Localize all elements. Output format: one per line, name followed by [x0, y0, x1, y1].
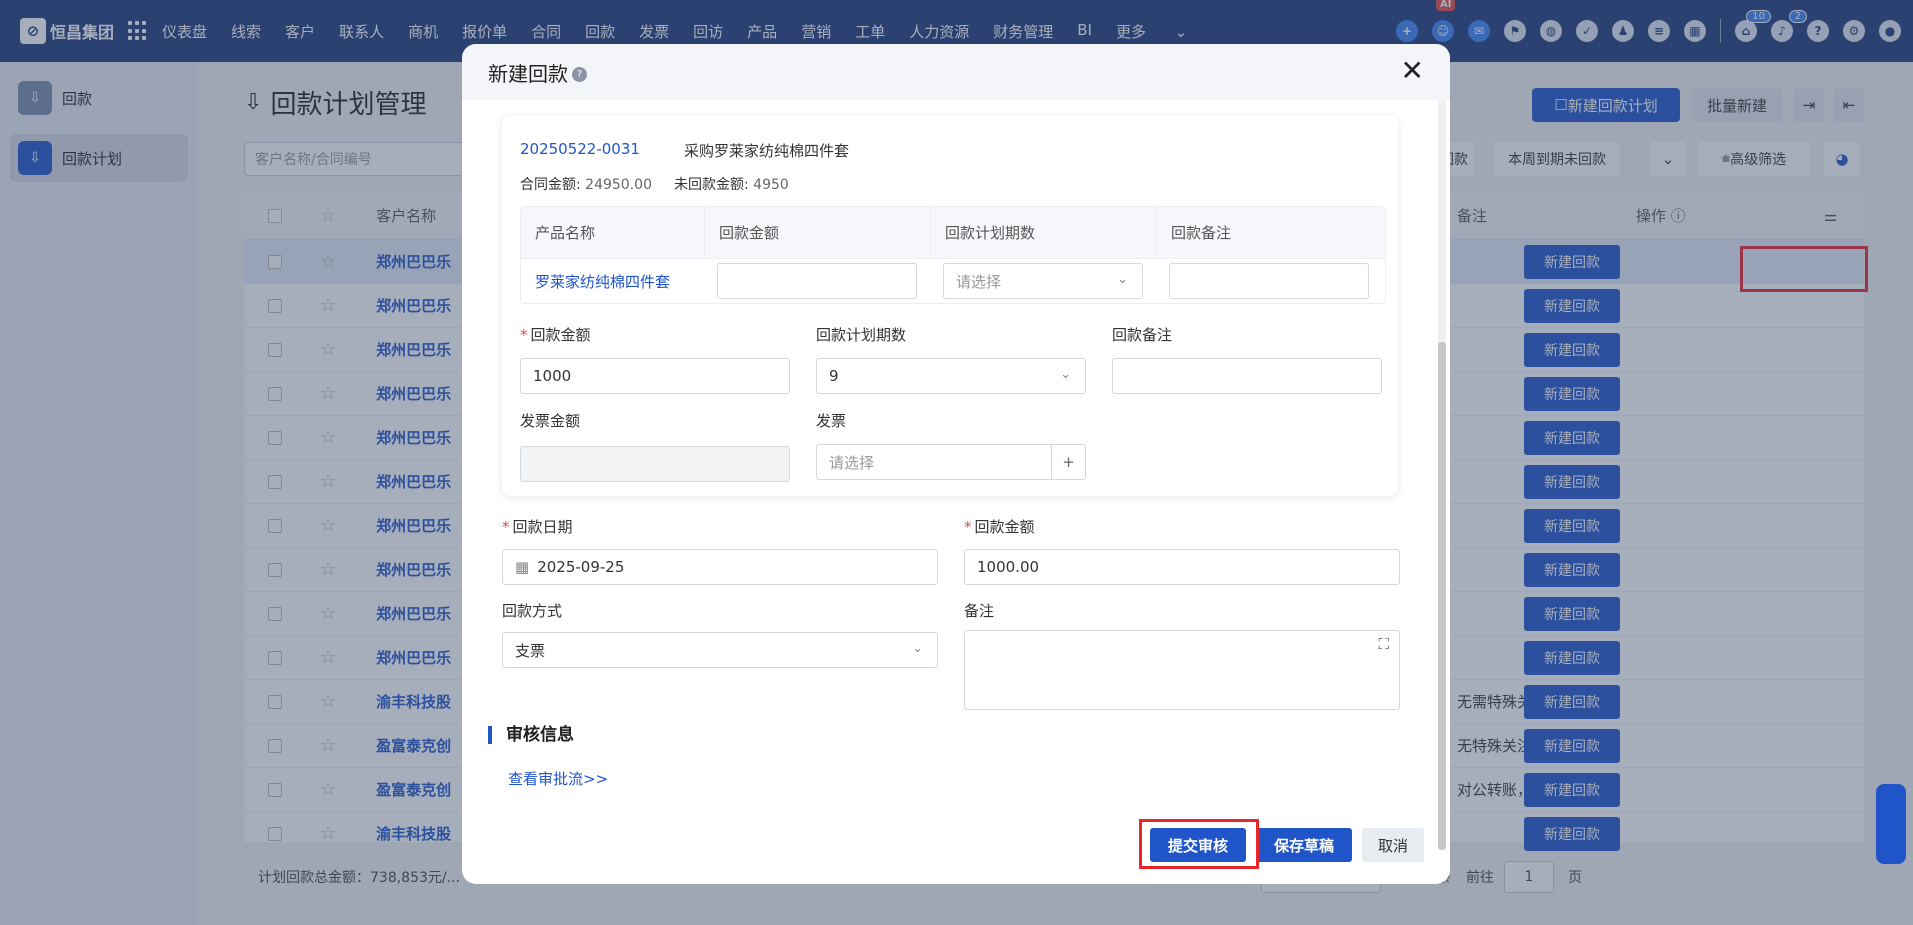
add-invoice-icon[interactable]: + — [1051, 445, 1085, 479]
product-periods-placeholder: 请选择 — [956, 272, 1002, 291]
date-label: * 回款日期 — [502, 518, 573, 536]
card-amount-input[interactable]: 1000 — [520, 358, 790, 394]
method-label: 回款方式 — [502, 602, 563, 620]
modal-header: 新建回款? — [462, 44, 1450, 100]
help-icon[interactable]: ? — [572, 66, 587, 82]
method-value: 支票 — [515, 641, 546, 660]
pay-amount-label-text: 回款金额 — [974, 518, 1035, 536]
contract-card: 20250522-0031 采购罗莱家纺纯棉四件套 合同金额: 24950.00… — [502, 116, 1398, 496]
th-note: 回款备注 — [1171, 224, 1232, 242]
product-table: 产品名称 回款金额 回款计划期数 回款备注 罗莱家纺纯棉四件套 请选择 ⌄ — [520, 206, 1386, 304]
modal-scrollbar-thumb[interactable] — [1438, 342, 1446, 850]
invoice-label: 发票 — [816, 412, 847, 430]
modal-title: 新建回款 — [488, 61, 568, 86]
contract-amount-label: 合同金额: — [520, 177, 581, 193]
chevron-down-icon: ⌄ — [912, 641, 923, 656]
contract-amount: 合同金额: 24950.00 — [520, 174, 652, 194]
pay-amount-input[interactable]: 1000.00 — [964, 549, 1400, 585]
unpaid-label: 未回款金额: — [674, 177, 749, 193]
remark-textarea[interactable]: ⛶ — [964, 630, 1400, 710]
th-amount: 回款金额 — [705, 207, 931, 258]
invoice-placeholder: 请选择 — [829, 453, 875, 472]
view-approval-flow-link[interactable]: 查看审批流>> — [508, 768, 608, 789]
th-product: 产品名称 — [521, 207, 705, 258]
chevron-down-icon: ⌄ — [1117, 272, 1128, 287]
close-icon[interactable]: ✕ — [1401, 54, 1424, 87]
chevron-down-icon: ⌄ — [1060, 367, 1071, 382]
product-periods-select[interactable]: 请选择 ⌄ — [943, 263, 1143, 299]
save-draft-button[interactable]: 保存草稿 — [1256, 828, 1352, 862]
contract-amount-value: 24950.00 — [585, 177, 652, 193]
th-periods: 回款计划期数 — [931, 207, 1157, 258]
new-payment-modal: 新建回款? ✕ 20250522-0031 采购罗莱家纺纯棉四件套 合同金额: … — [462, 44, 1450, 884]
unpaid-amount: 未回款金额: 4950 — [674, 174, 789, 194]
date-label-text: 回款日期 — [512, 518, 573, 536]
remark-label: 备注 — [964, 602, 995, 620]
highlight-box-submit — [1139, 819, 1259, 869]
card-periods-label: 回款计划期数 — [816, 326, 907, 344]
calendar-icon: ▦ — [515, 558, 530, 576]
product-name[interactable]: 罗莱家纺纯棉四件套 — [535, 271, 670, 292]
method-select[interactable]: 支票 ⌄ — [502, 632, 938, 668]
card-note-input[interactable] — [1112, 358, 1382, 394]
card-periods-select[interactable]: 9 ⌄ — [816, 358, 1086, 394]
product-amount-input[interactable] — [717, 263, 917, 299]
invoice-amount-label: 发票金额 — [520, 412, 581, 430]
contract-name: 采购罗莱家纺纯棉四件套 — [684, 142, 850, 160]
card-periods-value: 9 — [829, 367, 839, 385]
card-amount-label: * 回款金额 — [520, 326, 591, 344]
contract-number[interactable]: 20250522-0031 — [520, 140, 640, 158]
invoice-select[interactable]: 请选择 + — [816, 444, 1086, 480]
product-table-header: 产品名称 回款金额 回款计划期数 回款备注 — [521, 207, 1385, 259]
card-note-label: 回款备注 — [1112, 326, 1173, 344]
date-picker[interactable]: ▦ 2025-09-25 — [502, 549, 938, 585]
unpaid-value: 4950 — [753, 177, 789, 193]
product-note-input[interactable] — [1169, 263, 1369, 299]
card-amount-label-text: 回款金额 — [530, 326, 591, 344]
cancel-button[interactable]: 取消 — [1362, 828, 1424, 862]
invoice-amount-input — [520, 446, 790, 482]
review-section-title: 审核信息 — [488, 726, 574, 744]
date-value: 2025-09-25 — [537, 558, 625, 576]
pay-amount-label: * 回款金额 — [964, 518, 1035, 536]
floating-toolbar[interactable] — [1876, 784, 1906, 864]
expand-icon[interactable]: ⛶ — [1378, 635, 1389, 653]
